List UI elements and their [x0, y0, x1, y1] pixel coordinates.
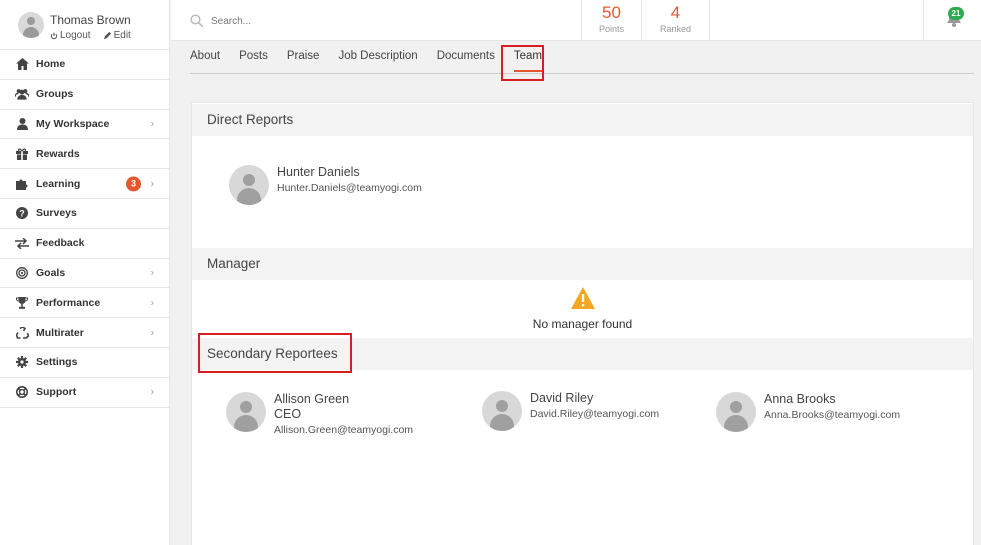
sidebar-item-label: My Workspace — [36, 117, 110, 130]
secondary-reportee-card[interactable]: Anna Brooks Anna.Brooks@teamyogi.com — [716, 392, 900, 432]
target-icon — [15, 266, 29, 280]
recycle-icon — [15, 326, 29, 340]
user-icon — [15, 117, 29, 131]
sidebar-item-feedback[interactable]: Feedback — [0, 229, 169, 259]
gift-icon — [15, 147, 29, 161]
person-name: Allison Green — [274, 392, 350, 406]
notification-button[interactable]: 21 — [923, 0, 981, 41]
sidebar-item-rewards[interactable]: Rewards — [0, 139, 169, 170]
secondary-reportee-card[interactable]: Allison Green CEO Allison.Green@teamyogi… — [226, 392, 413, 438]
sidebar-item-home[interactable]: Home — [0, 50, 169, 80]
person-title: CEO — [274, 407, 302, 421]
person-email: Hunter.Daniels@teamyogi.com — [277, 182, 422, 194]
avatar — [482, 391, 522, 431]
sidebar-item-label: Settings — [36, 356, 78, 369]
person-email: Allison.Green@teamyogi.com — [274, 424, 414, 436]
direct-reports-heading: Direct Reports — [192, 104, 973, 136]
search-icon — [190, 14, 204, 28]
person-name: Hunter Daniels — [277, 165, 360, 179]
logout-link[interactable]: Logout — [50, 30, 91, 41]
sidebar-item-surveys[interactable]: ? Surveys — [0, 199, 169, 229]
sidebar: Thomas Brown Logout Edit Home Groups My … — [0, 0, 170, 545]
learning-count-badge: 3 — [126, 176, 141, 192]
notification-count-badge: 21 — [948, 7, 964, 20]
person-name: Anna Brooks — [764, 392, 836, 406]
sidebar-item-settings[interactable]: Settings — [0, 348, 169, 378]
sidebar-item-groups[interactable]: Groups — [0, 80, 169, 110]
no-manager-notice: No manager found — [192, 286, 973, 331]
tab-job-description[interactable]: Job Description — [338, 44, 417, 74]
ranked-label: Ranked — [659, 24, 692, 34]
sidebar-item-label: Feedback — [36, 237, 85, 250]
chevron-right-icon: › — [150, 267, 154, 279]
points-label: Points — [598, 24, 624, 34]
chevron-right-icon: › — [150, 178, 154, 190]
sidebar-item-label: Home — [36, 58, 66, 71]
tab-praise[interactable]: Praise — [287, 44, 320, 74]
secondary-reportees-highlight-box — [198, 333, 352, 373]
points-value: 50 — [602, 3, 621, 22]
lifebuoy-icon — [15, 385, 29, 399]
puzzle-icon — [15, 177, 29, 191]
svg-text:?: ? — [19, 209, 25, 219]
sidebar-item-multirater[interactable]: Multirater › — [0, 318, 169, 348]
points-stat[interactable]: 50 Points — [581, 0, 641, 41]
sidebar-item-performance[interactable]: Performance › — [0, 288, 169, 319]
avatar — [716, 392, 756, 432]
sidebar-item-label: Support — [36, 386, 77, 399]
exchange-icon — [15, 236, 29, 250]
ranked-stat[interactable]: 4 Ranked — [641, 0, 709, 41]
person-email: Anna.Brooks@teamyogi.com — [764, 409, 901, 421]
chevron-right-icon: › — [150, 118, 154, 130]
edit-label: Edit — [113, 30, 131, 41]
sidebar-item-label: Performance — [36, 296, 101, 309]
sidebar-item-label: Multirater — [36, 326, 84, 339]
search-input[interactable] — [211, 10, 511, 32]
tab-documents[interactable]: Documents — [437, 44, 495, 74]
gear-icon — [15, 355, 29, 369]
question-icon: ? — [15, 206, 29, 220]
team-tab-highlight-box — [501, 45, 544, 81]
tab-about[interactable]: About — [190, 44, 220, 74]
no-manager-text: No manager found — [532, 317, 633, 331]
trophy-icon — [15, 296, 29, 310]
sidebar-item-label: Groups — [36, 88, 74, 101]
home-icon — [15, 57, 29, 71]
tab-posts[interactable]: Posts — [239, 44, 268, 74]
direct-report-card[interactable]: Hunter Daniels Hunter.Daniels@teamyogi.c… — [229, 165, 422, 205]
users-icon — [15, 87, 29, 101]
divider — [709, 0, 710, 41]
top-bar: 50 Points 4 Ranked 21 — [171, 0, 981, 41]
chevron-right-icon: › — [150, 327, 154, 339]
warning-icon — [570, 287, 595, 309]
manager-heading: Manager — [192, 248, 973, 280]
sidebar-item-my-workspace[interactable]: My Workspace › — [0, 110, 169, 140]
avatar[interactable] — [18, 12, 44, 38]
edit-link[interactable]: Edit — [103, 30, 131, 41]
chevron-right-icon: › — [150, 386, 154, 398]
person-name: David Riley — [530, 391, 594, 405]
power-icon — [50, 32, 58, 39]
sidebar-item-label: Learning — [36, 177, 81, 190]
team-panel: Direct Reports Hunter Daniels Hunter.Dan… — [191, 102, 974, 545]
sidebar-item-label: Rewards — [36, 147, 80, 160]
profile-card: Thomas Brown Logout Edit — [0, 0, 169, 50]
logout-label: Logout — [60, 30, 91, 41]
profile-tabs: About Posts Praise Job Description Docum… — [190, 44, 974, 74]
sidebar-item-goals[interactable]: Goals › — [0, 259, 169, 289]
avatar — [226, 392, 266, 432]
chevron-right-icon: › — [150, 297, 154, 309]
profile-name: Thomas Brown — [50, 13, 131, 27]
secondary-reportee-card[interactable]: David Riley David.Riley@teamyogi.com — [482, 391, 659, 431]
sidebar-item-label: Surveys — [36, 207, 77, 220]
ranked-value: 4 — [670, 3, 681, 22]
sidebar-item-support[interactable]: Support › — [0, 378, 169, 408]
avatar — [229, 165, 269, 205]
sidebar-item-learning[interactable]: Learning 3 › — [0, 169, 169, 199]
person-email: David.Riley@teamyogi.com — [530, 408, 660, 420]
pencil-icon — [103, 31, 111, 40]
sidebar-item-label: Goals — [36, 266, 66, 279]
